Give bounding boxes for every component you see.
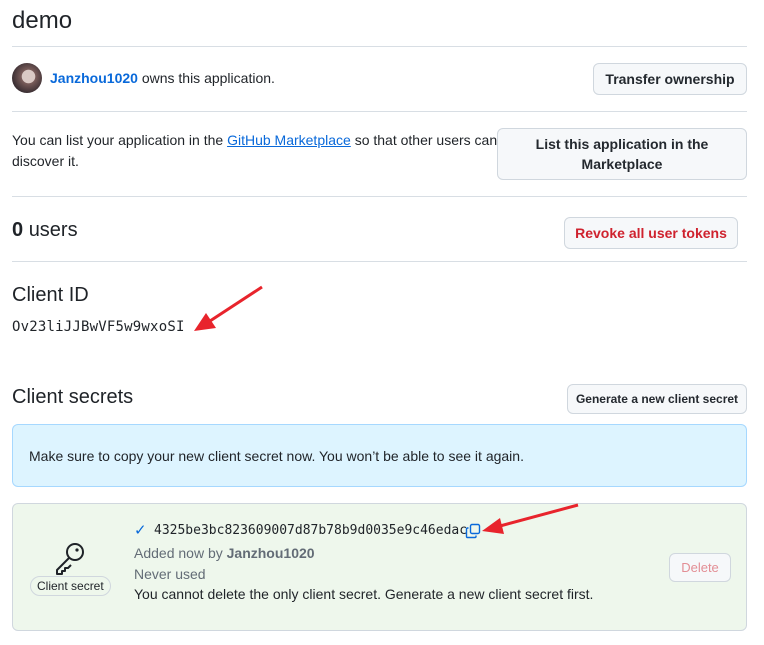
key-icon	[56, 543, 84, 575]
users-count: 0 users	[12, 219, 78, 242]
secret-usage: Never used	[134, 566, 206, 582]
client-secret-item: Client secret ✓ 4325be3bc823609007d87b78…	[12, 503, 747, 631]
marketplace-description: You can list your application in the Git…	[12, 130, 502, 172]
client-secret-badge: Client secret	[30, 576, 111, 596]
divider	[12, 111, 747, 112]
secret-added-by: Janzhou1020	[226, 545, 315, 561]
list-in-marketplace-button[interactable]: List this application in the Marketplace	[497, 128, 747, 180]
secret-delete-warning: You cannot delete the only client secret…	[134, 586, 594, 602]
secret-added-prefix: Added now by	[134, 545, 223, 561]
owner-line: Janzhou1020 owns this application.	[50, 70, 275, 86]
owner-suffix: owns this application.	[141, 70, 275, 86]
client-secret-value[interactable]: 4325be3bc823609007d87b78b9d0035e9c46edac	[154, 523, 467, 538]
divider	[12, 261, 747, 262]
owner-link[interactable]: Janzhou1020	[50, 70, 138, 86]
annotation-arrow	[194, 285, 263, 331]
page-title: demo	[12, 7, 73, 34]
check-icon: ✓	[134, 522, 147, 539]
copy-icon[interactable]	[465, 523, 481, 539]
transfer-ownership-button[interactable]: Transfer ownership	[593, 63, 747, 95]
client-id-heading: Client ID	[12, 284, 89, 306]
divider	[12, 196, 747, 197]
avatar[interactable]	[12, 63, 42, 93]
list-button-line1: List this application in the	[535, 136, 709, 152]
copy-secret-flash: Make sure to copy your new client secret…	[12, 424, 747, 487]
delete-secret-button[interactable]: Delete	[669, 553, 731, 582]
github-marketplace-link[interactable]: GitHub Marketplace	[227, 132, 351, 148]
client-secrets-heading: Client secrets	[12, 386, 134, 408]
flash-message: Make sure to copy your new client secret…	[29, 448, 524, 464]
list-button-line2: Marketplace	[581, 156, 663, 172]
generate-client-secret-button[interactable]: Generate a new client secret	[567, 384, 747, 414]
client-id-value[interactable]: Ov23liJJBwVF5w9wxoSI	[12, 319, 185, 335]
divider	[12, 46, 747, 47]
users-count-label: users	[28, 219, 78, 241]
secret-added-info: Added now by Janzhou1020	[134, 545, 315, 561]
marketplace-text-before: You can list your application in the	[12, 132, 224, 148]
revoke-all-user-tokens-button[interactable]: Revoke all user tokens	[564, 217, 738, 249]
users-count-number: 0	[12, 219, 24, 241]
